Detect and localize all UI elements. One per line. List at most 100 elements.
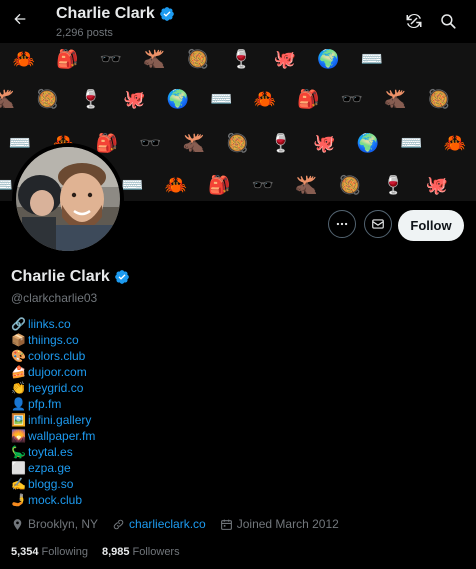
- location-item: Brooklyn, NY: [11, 517, 98, 531]
- refresh-icon: [406, 13, 422, 29]
- banner-emoji: 🍷: [382, 175, 405, 195]
- banner-emoji: 🎒: [56, 49, 79, 69]
- bio-link-row: ⬜ ezpa.ge: [11, 460, 95, 476]
- banner-emoji: 🥘: [427, 89, 450, 109]
- bio-link[interactable]: pfp.fm: [28, 396, 61, 412]
- bio-link-emoji: 📦: [11, 333, 26, 347]
- bio-link-emoji: 🔗: [11, 317, 26, 331]
- bio-link-emoji: 👤: [11, 397, 26, 411]
- banner-emoji: 🫎: [384, 89, 407, 109]
- bio-link-emoji: 👏: [11, 381, 26, 395]
- bio-link-emoji: 🌄: [11, 429, 26, 443]
- banner-emoji: 🥘: [36, 89, 59, 109]
- banner-emoji: 🍷: [269, 133, 292, 153]
- bio-link[interactable]: mock.club: [28, 492, 82, 508]
- bio-link[interactable]: infini.gallery: [28, 412, 91, 428]
- banner-emoji: 🫎: [143, 49, 166, 69]
- refresh-button[interactable]: [402, 9, 426, 33]
- bio-link[interactable]: ezpa.ge: [28, 460, 71, 476]
- bio-link-row: 🌄 wallpaper.fm: [11, 428, 95, 444]
- banner-emoji: 🎒: [297, 89, 320, 109]
- bio-link[interactable]: dujoor.com: [28, 364, 87, 380]
- profile-meta: Brooklyn, NY charlieclark.co Joined Marc…: [11, 517, 353, 531]
- bio-link-emoji: 🖼️: [11, 413, 26, 427]
- banner-row-1: 🦀 🎒 🕶️ 🫎 🥘 🍷 🐙 🌍 ⌨️: [2, 49, 476, 69]
- banner-emoji: 🍷: [79, 89, 102, 109]
- website-link[interactable]: charlieclark.co: [129, 517, 206, 531]
- joined-item: Joined March 2012: [220, 517, 339, 531]
- bio-link[interactable]: blogg.so: [28, 476, 73, 492]
- bio-link[interactable]: wallpaper.fm: [28, 428, 95, 444]
- banner-emoji: 🌍: [356, 133, 379, 153]
- following-count: 5,354: [11, 546, 39, 558]
- post-count: 2,296 posts: [56, 27, 113, 39]
- banner-emoji: 🕶️: [99, 49, 122, 69]
- banner-emoji: 🦀: [253, 89, 276, 109]
- banner-emoji: 🥘: [186, 49, 209, 69]
- bio-link-row: ✍️ blogg.so: [11, 476, 95, 492]
- following-label: Following: [41, 546, 88, 558]
- banner-emoji: 🕶️: [139, 133, 162, 153]
- bio-link-emoji: 🦕: [11, 445, 26, 459]
- verified-badge-icon: [159, 7, 174, 21]
- avatar-photo: [16, 147, 120, 251]
- followers-link[interactable]: 8,985 Followers: [102, 546, 180, 558]
- banner-emoji: 🌍: [317, 49, 340, 69]
- banner-emoji: 🦀: [443, 133, 466, 153]
- verified-badge-icon[interactable]: [114, 269, 130, 285]
- banner-row-2: 🫎 🥘 🍷 🐙 🌍 ⌨️ 🦀 🎒 🕶️ 🫎 🥘: [0, 89, 461, 109]
- bio-link-row: 🔗 liinks.co: [11, 316, 95, 332]
- banner-emoji: 🦀: [164, 175, 187, 195]
- banner-emoji: 🥘: [226, 133, 249, 153]
- bio-link[interactable]: colors.club: [28, 348, 85, 364]
- header-title: Charlie Clark: [56, 5, 175, 23]
- location-pin-icon: [13, 518, 22, 530]
- banner-emoji: 🥘: [338, 175, 361, 195]
- followers-label: Followers: [132, 546, 180, 558]
- banner-emoji: 🐙: [313, 133, 336, 153]
- bio-link[interactable]: liinks.co: [28, 316, 71, 332]
- bio-link-emoji: 🤳: [11, 493, 26, 507]
- banner-emoji: 🫎: [295, 175, 318, 195]
- bio-link-emoji: ⬜: [11, 461, 26, 475]
- bio-link-row: 🖼️ infini.gallery: [11, 412, 95, 428]
- banner-emoji: ⌨️: [400, 133, 423, 153]
- link-icon: [113, 519, 124, 529]
- bio-link[interactable]: heygrid.co: [28, 380, 83, 396]
- profile-name-row: Charlie Clark: [11, 268, 130, 286]
- search-icon: [441, 14, 456, 29]
- bio-link[interactable]: thiings.co: [28, 332, 79, 348]
- mail-icon: [372, 219, 384, 229]
- bio-link[interactable]: toytal.es: [28, 444, 73, 460]
- banner-emoji: 🫎: [0, 89, 15, 109]
- header-name: Charlie Clark: [56, 5, 155, 22]
- bio-link-row: 🎨 colors.club: [11, 348, 95, 364]
- location-text: Brooklyn, NY: [28, 517, 99, 531]
- website-item: charlieclark.co: [112, 517, 206, 531]
- follow-button[interactable]: Follow: [398, 210, 464, 241]
- more-button[interactable]: [328, 210, 356, 238]
- joined-text: Joined March 2012: [236, 517, 339, 531]
- following-link[interactable]: 5,354 Following: [11, 546, 88, 558]
- message-button[interactable]: [364, 210, 392, 238]
- banner-emoji: 🫎: [182, 133, 205, 153]
- arrow-left-icon: [14, 13, 26, 25]
- banner-emoji: 🕶️: [340, 89, 363, 109]
- follow-stats: 5,354 Following 8,985 Followers: [11, 546, 180, 558]
- profile-avatar[interactable]: [12, 143, 124, 255]
- top-bar: Charlie Clark 2,296 posts: [0, 0, 476, 43]
- bio-link-row: 👏 heygrid.co: [11, 380, 95, 396]
- back-button[interactable]: [8, 5, 32, 33]
- banner-emoji: ⌨️: [360, 49, 383, 69]
- followers-count: 8,985: [102, 546, 130, 558]
- bio-link-row: 👤 pfp.fm: [11, 396, 95, 412]
- banner-emoji: 🐙: [425, 175, 448, 195]
- search-button[interactable]: [436, 9, 460, 33]
- bio-link-row: 📦 thiings.co: [11, 332, 95, 348]
- bio-link-row: 🍰 dujoor.com: [11, 364, 95, 380]
- profile-handle: @clarkcharlie03: [11, 291, 98, 305]
- bio-link-emoji: 🎨: [11, 349, 26, 363]
- banner-emoji: 🐙: [123, 89, 146, 109]
- bio-link-emoji: 🍰: [11, 365, 26, 379]
- bio-link-emoji: ✍️: [11, 477, 26, 491]
